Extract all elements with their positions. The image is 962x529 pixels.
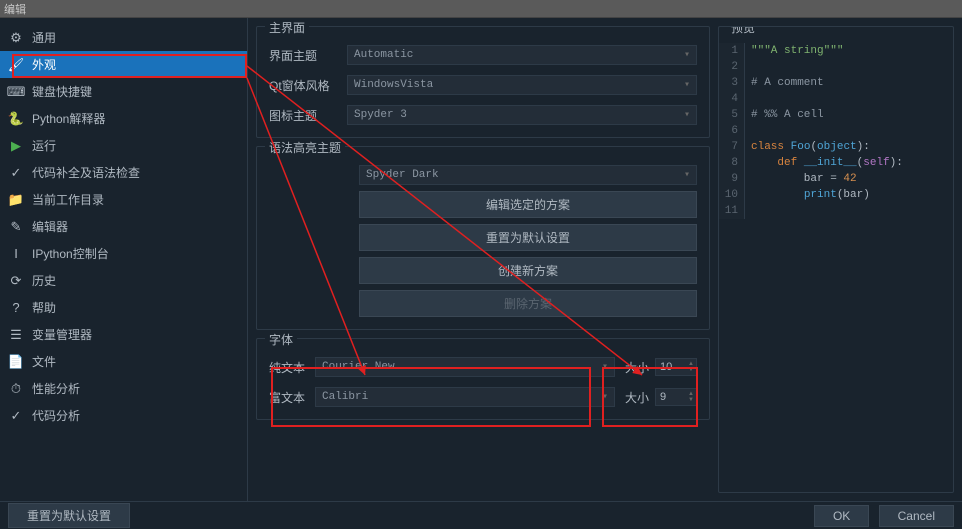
settings-column: 主界面 界面主题 Automatic▾ Qt窗体风格 WindowsVista▾… xyxy=(256,26,710,493)
preview-column: 预览 1"""A string""" 2 3# A comment 4 5# %… xyxy=(718,26,954,493)
sidebar: ⚙ 通用 🖌 外观 ⌨ 键盘快捷键 🐍 Python解释器 ▶ 运行 ✓ 代码补全及语法检查 📁 当前工作… xyxy=(0,18,248,501)
rich-size-input[interactable] xyxy=(656,389,686,405)
code-preview: 1"""A string""" 2 3# A comment 4 5# %% A… xyxy=(719,35,953,219)
sidebar-item-13[interactable]: ⏱ 性能分析 xyxy=(0,375,247,402)
chevron-down-icon: ▾ xyxy=(684,109,690,121)
sidebar-label: 代码分析 xyxy=(32,407,80,424)
chevron-down-icon: ▾ xyxy=(602,361,608,373)
sidebar-label: 通用 xyxy=(32,29,56,46)
sidebar-item-4[interactable]: ▶ 运行 xyxy=(0,132,247,159)
sidebar-item-9[interactable]: ⟳ 历史 xyxy=(0,267,247,294)
edit-scheme-button[interactable]: 编辑选定的方案 xyxy=(359,191,697,218)
group-title: 字体 xyxy=(265,331,297,348)
chevron-down-icon: ▾ xyxy=(602,391,608,403)
sidebar-item-1[interactable]: 🖌 外观 xyxy=(0,51,247,78)
sidebar-icon: ✎ xyxy=(8,219,24,235)
theme-dropdown[interactable]: Automatic▾ xyxy=(347,45,697,65)
sidebar-label: 外观 xyxy=(32,56,56,73)
sidebar-label: Python解释器 xyxy=(32,110,105,127)
bottom-bar: 重置为默认设置 OK Cancel xyxy=(0,501,962,529)
sidebar-icon: ▶ xyxy=(8,138,24,154)
plain-font-dropdown[interactable]: Courier New▾ xyxy=(315,357,615,377)
sidebar-icon: ☰ xyxy=(8,327,24,343)
sidebar-label: 性能分析 xyxy=(32,380,80,397)
chevron-down-icon: ▾ xyxy=(684,79,690,91)
chevron-down-icon: ▾ xyxy=(684,169,690,181)
sidebar-item-8[interactable]: I IPython控制台 xyxy=(0,240,247,267)
plain-size-spinner[interactable]: ▲▼ xyxy=(655,358,697,376)
sidebar-item-14[interactable]: ✓ 代码分析 xyxy=(0,402,247,429)
reset-defaults-button[interactable]: 重置为默认设置 xyxy=(8,503,130,528)
sidebar-icon: ? xyxy=(8,300,24,316)
sidebar-item-2[interactable]: ⌨ 键盘快捷键 xyxy=(0,78,247,105)
sidebar-item-7[interactable]: ✎ 编辑器 xyxy=(0,213,247,240)
qt-dropdown[interactable]: WindowsVista▾ xyxy=(347,75,697,95)
group-title: 主界面 xyxy=(265,19,309,36)
sidebar-item-10[interactable]: ? 帮助 xyxy=(0,294,247,321)
sidebar-item-6[interactable]: 📁 当前工作目录 xyxy=(0,186,247,213)
sidebar-label: 运行 xyxy=(32,137,56,154)
size-label: 大小 xyxy=(625,389,649,406)
titlebar: 编辑 xyxy=(0,0,962,18)
sidebar-icon: ✓ xyxy=(8,408,24,424)
ok-button[interactable]: OK xyxy=(814,505,869,527)
reset-scheme-button[interactable]: 重置为默认设置 xyxy=(359,224,697,251)
sidebar-label: IPython控制台 xyxy=(32,245,109,262)
sidebar-icon: ⚙ xyxy=(8,30,24,46)
font-group: 字体 纯文本 Courier New▾ 大小 ▲▼ 富文本 Calibri▾ xyxy=(256,338,710,420)
sidebar-icon: ⏱ xyxy=(8,381,24,397)
plain-size-input[interactable] xyxy=(656,359,686,375)
chevron-down-icon: ▾ xyxy=(684,49,690,61)
sidebar-icon: ✓ xyxy=(8,165,24,181)
plain-font-label: 纯文本 xyxy=(269,359,309,376)
sidebar-item-3[interactable]: 🐍 Python解释器 xyxy=(0,105,247,132)
sidebar-icon: 🐍 xyxy=(8,111,24,127)
qt-label: Qt窗体风格 xyxy=(269,77,339,94)
sidebar-label: 代码补全及语法检查 xyxy=(32,164,140,181)
sidebar-item-12[interactable]: 📄 文件 xyxy=(0,348,247,375)
create-scheme-button[interactable]: 创建新方案 xyxy=(359,257,697,284)
rich-font-dropdown[interactable]: Calibri▾ xyxy=(315,387,615,407)
sidebar-icon: 🖌 xyxy=(8,57,24,73)
sidebar-label: 编辑器 xyxy=(32,218,68,235)
theme-label: 界面主题 xyxy=(269,47,339,64)
sidebar-icon: 📁 xyxy=(8,192,24,208)
preview-title: 预览 xyxy=(727,26,759,36)
main-interface-group: 主界面 界面主题 Automatic▾ Qt窗体风格 WindowsVista▾… xyxy=(256,26,710,138)
cancel-button[interactable]: Cancel xyxy=(879,505,954,527)
window-title: 编辑 xyxy=(4,1,26,17)
sidebar-label: 当前工作目录 xyxy=(32,191,104,208)
rich-size-spinner[interactable]: ▲▼ xyxy=(655,388,697,406)
main-area: ⚙ 通用 🖌 外观 ⌨ 键盘快捷键 🐍 Python解释器 ▶ 运行 ✓ 代码补全及语法检查 📁 当前工作… xyxy=(0,18,962,501)
size-label: 大小 xyxy=(625,359,649,376)
sidebar-label: 文件 xyxy=(32,353,56,370)
icon-theme-label: 图标主题 xyxy=(269,107,339,124)
syntax-group: 语法高亮主题 Spyder Dark▾ 编辑选定的方案 重置为默认设置 创建新方… xyxy=(256,146,710,330)
sidebar-icon: ⌨ xyxy=(8,84,24,100)
content: 主界面 界面主题 Automatic▾ Qt窗体风格 WindowsVista▾… xyxy=(248,18,962,501)
icon-theme-dropdown[interactable]: Spyder 3▾ xyxy=(347,105,697,125)
sidebar-item-5[interactable]: ✓ 代码补全及语法检查 xyxy=(0,159,247,186)
sidebar-label: 帮助 xyxy=(32,299,56,316)
sidebar-label: 键盘快捷键 xyxy=(32,83,92,100)
sidebar-icon: 📄 xyxy=(8,354,24,370)
scheme-dropdown[interactable]: Spyder Dark▾ xyxy=(359,165,697,185)
sidebar-label: 变量管理器 xyxy=(32,326,92,343)
sidebar-label: 历史 xyxy=(32,272,56,289)
sidebar-item-0[interactable]: ⚙ 通用 xyxy=(0,24,247,51)
sidebar-item-11[interactable]: ☰ 变量管理器 xyxy=(0,321,247,348)
sidebar-icon: I xyxy=(8,246,24,262)
delete-scheme-button[interactable]: 删除方案 xyxy=(359,290,697,317)
rich-font-label: 富文本 xyxy=(269,389,309,406)
group-title: 语法高亮主题 xyxy=(265,139,345,156)
sidebar-icon: ⟳ xyxy=(8,273,24,289)
preview-group: 预览 1"""A string""" 2 3# A comment 4 5# %… xyxy=(718,26,954,493)
